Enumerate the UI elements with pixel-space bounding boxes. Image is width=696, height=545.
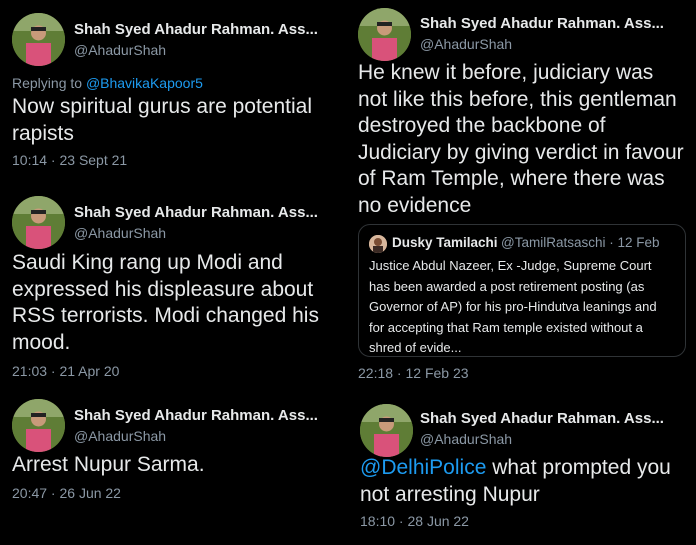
profile-avatar[interactable]	[12, 196, 65, 249]
tweet-card[interactable]: Shah Syed Ahadur Rahman. Ass... @AhadurS…	[0, 187, 343, 386]
avatar-photo-icon	[360, 404, 413, 457]
quoted-handle[interactable]: @TamilRatsaschi	[501, 235, 605, 250]
display-name[interactable]: Shah Syed Ahadur Rahman. Ass...	[74, 21, 318, 38]
display-name[interactable]: Shah Syed Ahadur Rahman. Ass...	[420, 410, 664, 427]
quoted-tweet[interactable]: Dusky Tamilachi @TamilRatsaschi · 12 Feb…	[358, 224, 686, 357]
profile-avatar[interactable]	[358, 8, 411, 61]
tweet-timestamp[interactable]: 18:10 · 28 Jun 22	[360, 513, 469, 529]
tweet-text: Arrest Nupur Sarma.	[12, 453, 205, 476]
tweet-timestamp[interactable]: 20:47 · 26 Jun 22	[12, 485, 121, 501]
profile-avatar[interactable]	[12, 399, 65, 452]
user-handle[interactable]: @AhadurShah	[74, 428, 166, 444]
tweet-timestamp[interactable]: 21:03 · 21 Apr 20	[12, 363, 119, 379]
tweet-card[interactable]: Shah Syed Ahadur Rahman. Ass... @AhadurS…	[0, 390, 343, 545]
user-handle[interactable]: @AhadurShah	[420, 36, 512, 52]
avatar-photo-icon	[12, 13, 65, 66]
avatar-photo-icon	[12, 399, 65, 452]
display-name[interactable]: Shah Syed Ahadur Rahman. Ass...	[74, 407, 318, 424]
tweet-text: Saudi King rang up Modi and expressed hi…	[12, 251, 319, 354]
quoted-meta: @TamilRatsaschi · 12 Feb	[501, 235, 660, 250]
tweet-timestamp[interactable]: 22:18 · 12 Feb 23	[358, 365, 469, 381]
replying-to-label: Replying to	[12, 75, 86, 91]
tweet-text: Now spiritual gurus are potential rapist…	[12, 95, 312, 145]
quoted-date: · 12 Feb	[609, 235, 660, 250]
tweet-card[interactable]: Shah Syed Ahadur Rahman. Ass... @AhadurS…	[0, 0, 343, 183]
tweet-text-block: @DelhiPolice what prompted you not arres…	[360, 455, 680, 508]
quoted-text: Justice Abdul Nazeer, Ex -Judge, Supreme…	[369, 258, 657, 355]
tweet-timestamp[interactable]: 10:14 · 23 Sept 21	[12, 152, 127, 168]
tweet-card[interactable]: Shah Syed Ahadur Rahman. Ass... @AhadurS…	[347, 0, 696, 388]
display-name[interactable]: Shah Syed Ahadur Rahman. Ass...	[420, 15, 664, 32]
tweet-text: He knew it before, judiciary was not lik…	[358, 61, 684, 217]
user-handle[interactable]: @AhadurShah	[74, 225, 166, 241]
quoted-avatar-photo-icon	[369, 235, 387, 253]
user-handle[interactable]: @AhadurShah	[74, 42, 166, 58]
display-name[interactable]: Shah Syed Ahadur Rahman. Ass...	[74, 204, 318, 221]
tweet-card[interactable]: Shah Syed Ahadur Rahman. Ass... @AhadurS…	[347, 392, 696, 545]
quoted-display-name[interactable]: Dusky Tamilachi	[392, 235, 498, 250]
profile-avatar[interactable]	[360, 404, 413, 457]
reply-mention-link[interactable]: @BhavikaKapoor5	[86, 75, 203, 91]
user-handle[interactable]: @AhadurShah	[420, 431, 512, 447]
avatar-photo-icon	[358, 8, 411, 61]
quoted-avatar	[369, 235, 387, 253]
profile-avatar[interactable]	[12, 13, 65, 66]
mention-link[interactable]: @DelhiPolice	[360, 456, 486, 479]
avatar-photo-icon	[12, 196, 65, 249]
replying-to-line: Replying to @BhavikaKapoor5	[12, 75, 203, 91]
